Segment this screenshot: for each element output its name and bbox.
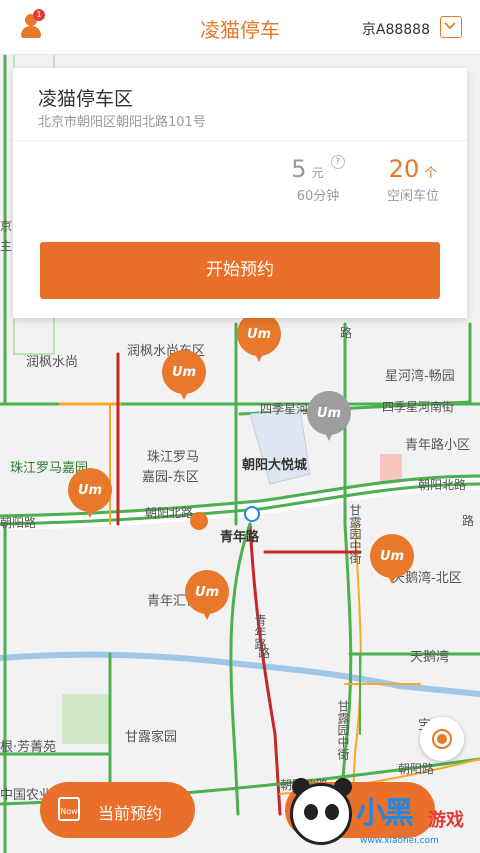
map-label: 朝阳北路 (418, 478, 467, 492)
map-label: 甘露园中街 (336, 700, 350, 760)
current-reservation-label: 当前预约 (98, 804, 163, 823)
map-label: 主 (0, 239, 13, 253)
parking-pin-unavailable[interactable]: Um (307, 391, 351, 445)
watermark-brand: 小黑 (356, 796, 414, 831)
map-label: 朝阳北路 (145, 506, 194, 520)
price-value: 5 (291, 155, 307, 183)
free-spaces-unit: 个 (424, 166, 438, 181)
watermark-url: www.xiaohei.com (360, 836, 439, 846)
map-label: 根·芳菁苑 (0, 740, 57, 755)
free-spaces-value: 20 (388, 155, 420, 183)
map-label: 嘉园-东区 (142, 470, 199, 485)
parking-pin[interactable]: Um (370, 534, 414, 588)
map-label: 京 (0, 219, 13, 233)
panda-icon (290, 783, 352, 845)
map-label: 星河湾-畅园 (385, 369, 455, 384)
price-period: 60分钟 (296, 189, 340, 204)
free-spaces-block: 20 个 空闲车位 (373, 155, 453, 204)
parking-address: 北京市朝阳区朝阳北路101号 (38, 115, 206, 130)
watermark-logo: 小黑 游戏 www.xiaohei.com (290, 778, 480, 853)
plate-number[interactable]: 京A88888 (362, 19, 430, 39)
current-reservation-button[interactable]: Now 当前预约 (40, 782, 195, 838)
parking-info-card: 凌猫停车区 北京市朝阳区朝阳北路101号 5 元 ? 60分钟 20 个 空闲车… (13, 68, 467, 318)
map-label: 甘露家园 (125, 730, 178, 745)
plate-dropdown-icon[interactable] (440, 16, 462, 38)
map-label: 四季星河南街 (382, 400, 455, 414)
map-label: 朝阳路 (398, 762, 435, 776)
locate-button[interactable] (420, 717, 464, 761)
parking-name: 凌猫停车区 (38, 88, 134, 110)
map-label: 天鹅湾 (410, 650, 450, 665)
price-unit: 元 (311, 166, 324, 180)
map-label: 朝阳路 (0, 516, 37, 530)
map-label: 四季星河 (260, 402, 309, 416)
current-location-dot (190, 512, 208, 530)
map-label: 路 (340, 326, 353, 340)
map-label: 甘露园中街 (348, 504, 362, 564)
parking-pin[interactable]: Um (185, 570, 229, 624)
map-label: 朝阳大悦城 (242, 458, 308, 473)
divider (13, 140, 467, 141)
parking-pin[interactable]: Um (68, 468, 112, 522)
map-label: 青年路小区 (405, 438, 471, 453)
reservation-icon: Now (58, 797, 80, 821)
start-reservation-button[interactable]: 开始预约 (40, 242, 440, 299)
parking-pin[interactable]: Um (237, 312, 281, 366)
price-block: 5 元 ? 60分钟 (283, 155, 353, 204)
top-bar: 1 凌猫停车 京A88888 (0, 0, 480, 55)
price-help-icon[interactable]: ? (330, 155, 345, 169)
map-label: 路 (462, 514, 475, 528)
map-label: 润枫水尚 (26, 355, 79, 370)
watermark-brand-sub: 游戏 (428, 810, 464, 831)
parking-pin[interactable]: Um (162, 350, 206, 404)
map-label: 路 (258, 646, 271, 660)
free-spaces-label: 空闲车位 (386, 189, 439, 204)
map-label: 珠江罗马 (147, 450, 200, 465)
map-label: 青年路 (220, 530, 260, 545)
